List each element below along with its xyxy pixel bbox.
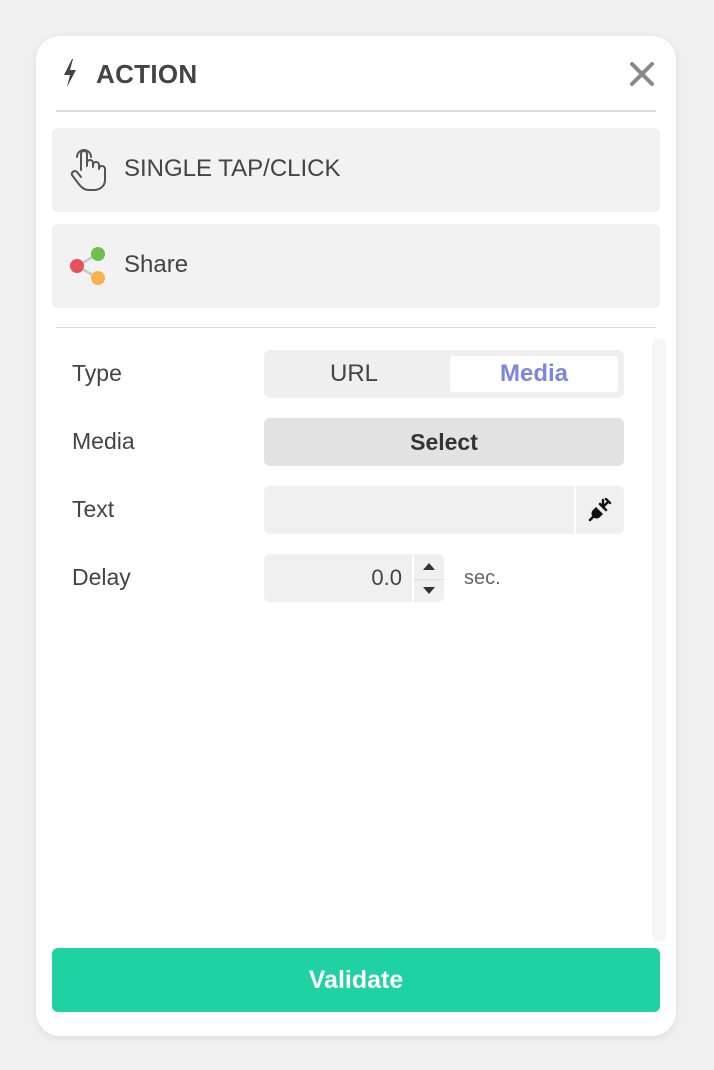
delay-input[interactable]: 0.0: [264, 554, 412, 602]
action-panel: ACTION SINGLE TAP/CLICK Share Type URL M…: [36, 36, 676, 1036]
trigger-card[interactable]: SINGLE TAP/CLICK: [52, 128, 660, 212]
plug-icon: [588, 498, 612, 522]
text-input[interactable]: [264, 486, 574, 534]
section-divider: [56, 327, 656, 328]
close-icon[interactable]: [628, 60, 656, 88]
validate-button[interactable]: Validate: [52, 948, 660, 1012]
select-media-button[interactable]: Select: [264, 418, 624, 466]
delay-stepper: [414, 554, 444, 602]
delay-label: Delay: [72, 564, 131, 590]
lightning-bolt-icon: [64, 59, 76, 87]
plugin-button[interactable]: [576, 486, 624, 534]
type-segmented-control: URL Media: [264, 350, 624, 398]
action-label: Share: [124, 251, 189, 278]
delay-unit: sec.: [464, 567, 501, 589]
panel-header: ACTION: [56, 36, 656, 112]
scrollbar[interactable]: [652, 338, 666, 942]
panel-title: ACTION: [96, 59, 198, 89]
share-nodes-icon: [70, 247, 105, 285]
stepper-up-button[interactable]: [414, 555, 444, 578]
type-label: Type: [72, 360, 122, 386]
media-label: Media: [72, 428, 135, 454]
hand-pointer-icon: [70, 149, 106, 191]
trigger-label: SINGLE TAP/CLICK: [124, 155, 341, 182]
caret-up-icon: [423, 563, 435, 570]
caret-down-icon: [423, 587, 435, 594]
stepper-down-button[interactable]: [414, 579, 444, 603]
action-card[interactable]: Share: [52, 224, 660, 308]
type-option-url[interactable]: URL: [264, 356, 444, 392]
text-label: Text: [72, 496, 115, 522]
type-option-media[interactable]: Media: [450, 356, 618, 392]
